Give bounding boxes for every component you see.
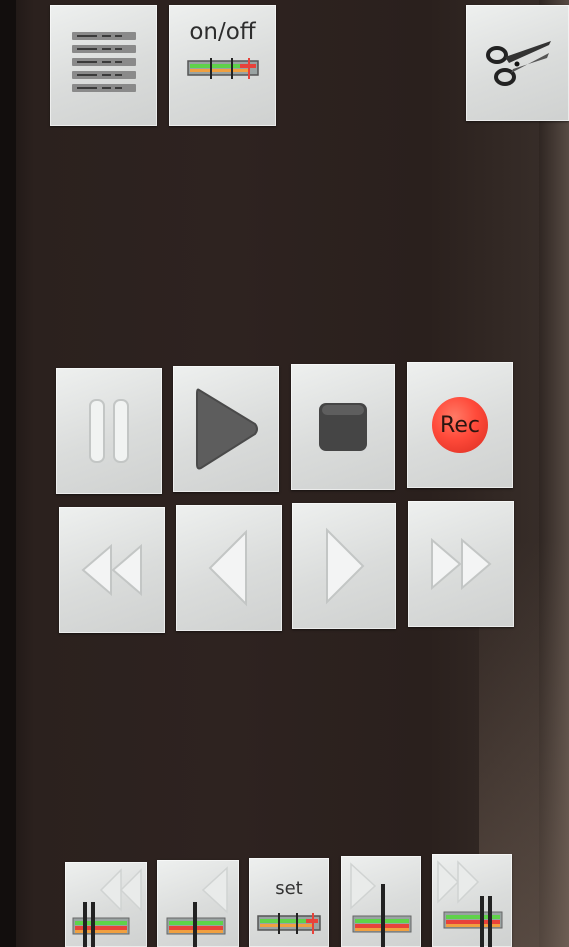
pause-icon	[89, 399, 129, 463]
set-marker-button[interactable]: set	[249, 858, 329, 947]
jump-to-previous-marker-button[interactable]	[157, 860, 239, 947]
stop-button[interactable]	[291, 364, 395, 490]
jump-to-start-button[interactable]	[65, 862, 147, 947]
play-icon	[196, 388, 258, 470]
stop-icon	[319, 403, 367, 451]
step-forward-button[interactable]	[292, 503, 396, 629]
menu-button[interactable]	[50, 5, 157, 126]
rewind-icon	[81, 543, 142, 597]
jump-to-next-marker-icon	[350, 862, 412, 947]
jump-to-end-button[interactable]	[432, 854, 512, 947]
device-screen: on/off Rec set	[0, 0, 569, 947]
level-meter-icon	[187, 58, 259, 79]
set-label: set	[275, 878, 303, 899]
pause-button[interactable]	[56, 368, 162, 494]
onoff-label: on/off	[189, 19, 256, 45]
record-button[interactable]: Rec	[407, 362, 513, 488]
step-forward-icon	[326, 527, 365, 605]
record-label: Rec	[440, 412, 480, 438]
step-back-button[interactable]	[176, 505, 282, 631]
cut-button[interactable]	[466, 5, 569, 121]
list-menu-icon	[71, 31, 136, 92]
step-back-icon	[208, 529, 247, 607]
jump-to-end-icon	[437, 860, 503, 947]
device-bezel-left	[0, 0, 16, 947]
fast-forward-button[interactable]	[408, 501, 514, 627]
record-indicator: Rec	[432, 397, 488, 453]
onoff-button[interactable]: on/off	[169, 5, 276, 126]
rewind-button[interactable]	[59, 507, 165, 633]
jump-to-next-marker-button[interactable]	[341, 856, 421, 947]
set-level-icon	[257, 913, 321, 934]
play-button[interactable]	[173, 366, 279, 492]
jump-to-start-icon	[72, 868, 142, 947]
jump-to-previous-marker-icon	[166, 866, 228, 947]
scissors-icon	[485, 41, 551, 86]
fast-forward-icon	[431, 537, 492, 591]
